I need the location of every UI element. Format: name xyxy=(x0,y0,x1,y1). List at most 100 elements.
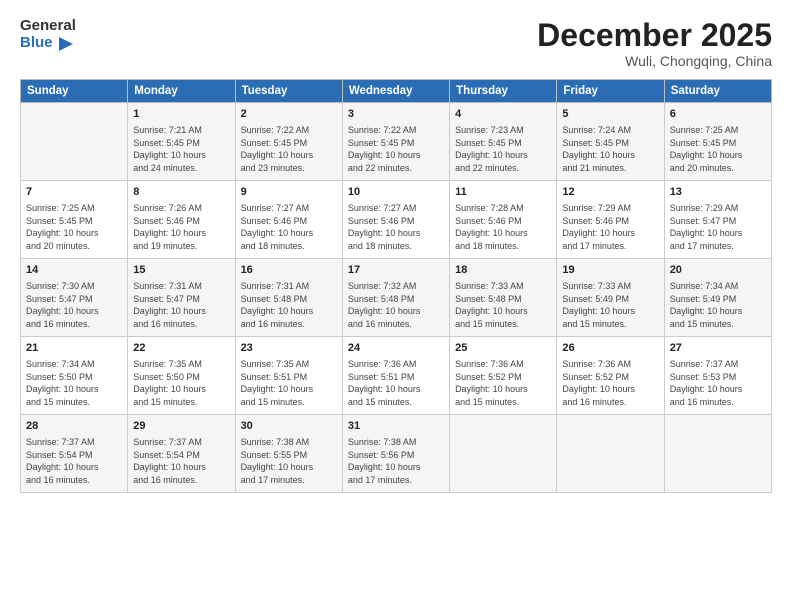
day-number: 9 xyxy=(241,185,337,200)
table-row: 27Sunrise: 7:37 AMSunset: 5:53 PMDayligh… xyxy=(664,337,771,415)
cell-text: Sunset: 5:46 PM xyxy=(241,215,337,228)
cell-text: Daylight: 10 hours xyxy=(133,383,229,396)
cell-text: Sunset: 5:45 PM xyxy=(26,215,122,228)
cell-text: Daylight: 10 hours xyxy=(670,227,766,240)
cell-text: Sunrise: 7:25 AM xyxy=(26,202,122,215)
table-row: 26Sunrise: 7:36 AMSunset: 5:52 PMDayligh… xyxy=(557,337,664,415)
cell-text: and 24 minutes. xyxy=(133,162,229,175)
cell-text: Daylight: 10 hours xyxy=(241,383,337,396)
cell-text: Daylight: 10 hours xyxy=(562,227,658,240)
cell-text: and 16 minutes. xyxy=(26,474,122,487)
cell-text: Sunrise: 7:37 AM xyxy=(133,436,229,449)
table-row: 15Sunrise: 7:31 AMSunset: 5:47 PMDayligh… xyxy=(128,259,235,337)
cell-text: Sunrise: 7:34 AM xyxy=(26,358,122,371)
logo-general: General xyxy=(20,18,76,35)
cell-text: Sunset: 5:47 PM xyxy=(670,215,766,228)
cell-text: Sunrise: 7:35 AM xyxy=(133,358,229,371)
table-row: 28Sunrise: 7:37 AMSunset: 5:54 PMDayligh… xyxy=(21,415,128,493)
cell-text: Daylight: 10 hours xyxy=(348,461,444,474)
table-row: 9Sunrise: 7:27 AMSunset: 5:46 PMDaylight… xyxy=(235,181,342,259)
cell-text: Daylight: 10 hours xyxy=(455,227,551,240)
cell-text: and 22 minutes. xyxy=(455,162,551,175)
cell-text: Sunset: 5:45 PM xyxy=(241,137,337,150)
calendar-page: General Blue December 2025 Wuli, Chongqi… xyxy=(0,0,792,612)
table-row xyxy=(664,415,771,493)
cell-text: Sunset: 5:45 PM xyxy=(455,137,551,150)
cell-text: Sunset: 5:48 PM xyxy=(348,293,444,306)
cell-text: Daylight: 10 hours xyxy=(241,227,337,240)
day-number: 24 xyxy=(348,341,444,356)
cell-text: Sunrise: 7:37 AM xyxy=(26,436,122,449)
cell-text: Sunset: 5:55 PM xyxy=(241,449,337,462)
cell-text: Sunrise: 7:23 AM xyxy=(455,124,551,137)
cell-text: Sunset: 5:54 PM xyxy=(133,449,229,462)
header: General Blue December 2025 Wuli, Chongqi… xyxy=(20,18,772,69)
logo: General Blue xyxy=(20,18,76,53)
cell-text: Sunset: 5:52 PM xyxy=(455,371,551,384)
table-row: 2Sunrise: 7:22 AMSunset: 5:45 PMDaylight… xyxy=(235,103,342,181)
cell-text: Sunrise: 7:22 AM xyxy=(348,124,444,137)
cell-text: Sunrise: 7:25 AM xyxy=(670,124,766,137)
cell-text: Sunrise: 7:27 AM xyxy=(348,202,444,215)
cell-text: and 16 minutes. xyxy=(241,318,337,331)
calendar-table: Sunday Monday Tuesday Wednesday Thursday… xyxy=(20,79,772,493)
cell-text: Sunrise: 7:34 AM xyxy=(670,280,766,293)
cell-text: Sunset: 5:47 PM xyxy=(133,293,229,306)
col-sunday: Sunday xyxy=(21,80,128,103)
cell-text: and 16 minutes. xyxy=(26,318,122,331)
cell-text: Sunset: 5:51 PM xyxy=(348,371,444,384)
table-row: 31Sunrise: 7:38 AMSunset: 5:56 PMDayligh… xyxy=(342,415,449,493)
col-friday: Friday xyxy=(557,80,664,103)
header-row: Sunday Monday Tuesday Wednesday Thursday… xyxy=(21,80,772,103)
cell-text: Sunset: 5:52 PM xyxy=(562,371,658,384)
cell-text: and 20 minutes. xyxy=(670,162,766,175)
cell-text: and 16 minutes. xyxy=(133,474,229,487)
cell-text: Sunset: 5:48 PM xyxy=(455,293,551,306)
cell-text: Sunrise: 7:31 AM xyxy=(133,280,229,293)
cell-text: and 18 minutes. xyxy=(241,240,337,253)
cell-text: Daylight: 10 hours xyxy=(348,149,444,162)
cell-text: Daylight: 10 hours xyxy=(670,149,766,162)
table-row: 13Sunrise: 7:29 AMSunset: 5:47 PMDayligh… xyxy=(664,181,771,259)
cell-text: Daylight: 10 hours xyxy=(241,149,337,162)
cell-text: Daylight: 10 hours xyxy=(562,383,658,396)
cell-text: and 15 minutes. xyxy=(455,396,551,409)
table-row: 25Sunrise: 7:36 AMSunset: 5:52 PMDayligh… xyxy=(450,337,557,415)
day-number: 23 xyxy=(241,341,337,356)
cell-text: Sunset: 5:46 PM xyxy=(562,215,658,228)
cell-text: Sunrise: 7:29 AM xyxy=(562,202,658,215)
day-number: 29 xyxy=(133,419,229,434)
day-number: 21 xyxy=(26,341,122,356)
day-number: 16 xyxy=(241,263,337,278)
day-number: 22 xyxy=(133,341,229,356)
table-row: 22Sunrise: 7:35 AMSunset: 5:50 PMDayligh… xyxy=(128,337,235,415)
cell-text: and 15 minutes. xyxy=(348,396,444,409)
cell-text: Sunrise: 7:36 AM xyxy=(455,358,551,371)
cell-text: Sunrise: 7:36 AM xyxy=(348,358,444,371)
cell-text: Sunrise: 7:24 AM xyxy=(562,124,658,137)
table-row: 4Sunrise: 7:23 AMSunset: 5:45 PMDaylight… xyxy=(450,103,557,181)
cell-text: Daylight: 10 hours xyxy=(133,305,229,318)
cell-text: Sunrise: 7:30 AM xyxy=(26,280,122,293)
day-number: 1 xyxy=(133,107,229,122)
table-row: 12 Sunrise: 7:29 AMSunset: 5:46 PMDayligh… xyxy=(557,181,664,259)
cell-text: and 15 minutes. xyxy=(670,318,766,331)
cell-text: Sunset: 5:46 PM xyxy=(455,215,551,228)
cell-text: Sunset: 5:54 PM xyxy=(26,449,122,462)
week-row-3: 14Sunrise: 7:30 AMSunset: 5:47 PMDayligh… xyxy=(21,259,772,337)
cell-text: Daylight: 10 hours xyxy=(348,227,444,240)
day-number: 28 xyxy=(26,419,122,434)
day-number: 19 xyxy=(562,263,658,278)
table-row: 21Sunrise: 7:34 AMSunset: 5:50 PMDayligh… xyxy=(21,337,128,415)
week-row-1: 1Sunrise: 7:21 AMSunset: 5:45 PMDaylight… xyxy=(21,103,772,181)
cell-text: Sunrise: 7:29 AM xyxy=(670,202,766,215)
cell-text: and 16 minutes. xyxy=(133,318,229,331)
day-number: 14 xyxy=(26,263,122,278)
cell-text: Sunset: 5:45 PM xyxy=(670,137,766,150)
cell-text: Sunrise: 7:22 AM xyxy=(241,124,337,137)
cell-text: Daylight: 10 hours xyxy=(26,227,122,240)
cell-text: Daylight: 10 hours xyxy=(348,305,444,318)
cell-text: Sunset: 5:53 PM xyxy=(670,371,766,384)
day-number: 12 xyxy=(562,185,658,200)
table-row: 11Sunrise: 7:28 AMSunset: 5:46 PMDayligh… xyxy=(450,181,557,259)
